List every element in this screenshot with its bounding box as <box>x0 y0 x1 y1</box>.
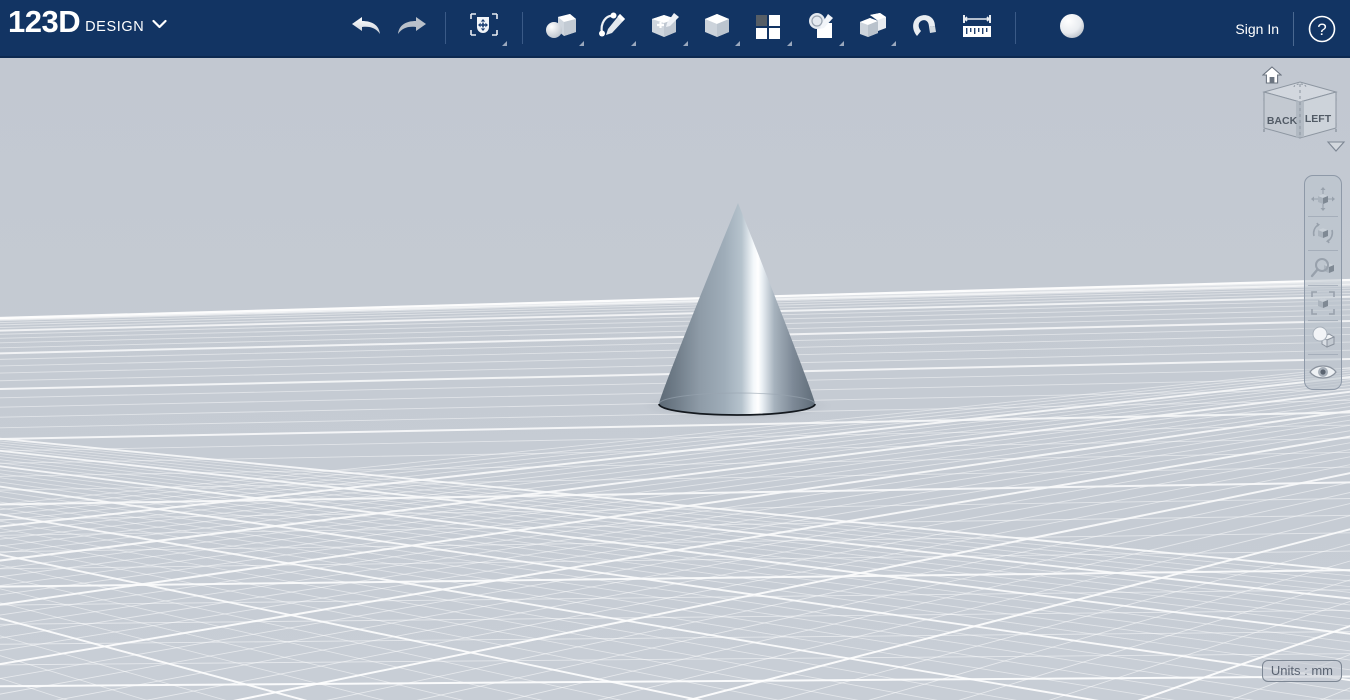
toolbar-item-modify[interactable] <box>691 0 743 52</box>
chevron-down-icon[interactable] <box>683 41 688 46</box>
viewcube-face-back: BACK <box>1267 115 1298 127</box>
3d-viewport[interactable]: BACK LEFT Units: mm <box>0 58 1350 700</box>
nav-button-fit[interactable] <box>1306 286 1340 320</box>
units-badge: Units : mm <box>1261 660 1342 682</box>
redo-button[interactable] <box>389 0 433 52</box>
nav-button-orbit[interactable] <box>1306 217 1340 251</box>
brand-logo[interactable]: 123D DESIGN <box>0 0 175 58</box>
brand-logo-primary: 123D <box>8 4 81 39</box>
help-circle-icon[interactable]: ? <box>1308 15 1336 43</box>
toolbar-item-transform[interactable] <box>458 0 510 52</box>
chevron-down-icon[interactable] <box>787 41 792 46</box>
viewcube-widget[interactable]: BACK LEFT <box>1254 62 1346 158</box>
toolbar-item-measure[interactable] <box>951 0 1003 52</box>
chevron-down-icon[interactable] <box>502 41 507 46</box>
nav-divider <box>1308 354 1338 356</box>
header-divider <box>1293 12 1294 46</box>
nav-divider <box>1308 284 1338 286</box>
nav-divider <box>1308 215 1338 217</box>
cone-object[interactable] <box>0 58 1350 700</box>
toolbar-item-primitives[interactable] <box>535 0 587 52</box>
undo-button[interactable] <box>345 0 389 52</box>
chevron-down-icon[interactable] <box>839 41 844 46</box>
sign-in-button[interactable]: Sign In <box>1221 21 1293 37</box>
toolbar-item-snap[interactable] <box>899 0 951 52</box>
chevron-down-icon[interactable] <box>735 41 740 46</box>
toolbar-item-combine[interactable] <box>847 0 899 52</box>
main-toolbar <box>345 0 1098 58</box>
toolbar-item-material[interactable] <box>1046 0 1098 52</box>
chevron-down-icon[interactable] <box>891 41 896 46</box>
viewcube-face-left: LEFT <box>1305 113 1332 125</box>
app-header: 123D DESIGN Sign In ? <box>0 0 1350 58</box>
svg-text:?: ? <box>1317 20 1326 39</box>
toolbar-separator <box>522 12 523 44</box>
toolbar-item-sketch[interactable] <box>587 0 639 52</box>
header-right-controls: Sign In ? <box>1221 0 1350 58</box>
chevron-down-arrow-icon[interactable] <box>1326 139 1346 158</box>
toolbar-item-construct[interactable] <box>639 0 691 52</box>
toolbar-separator <box>445 12 446 44</box>
nav-divider <box>1308 319 1338 321</box>
chevron-down-icon[interactable] <box>579 41 584 46</box>
toolbar-item-grouping[interactable] <box>795 0 847 52</box>
chevron-down-icon[interactable] <box>152 16 167 29</box>
nav-button-visibility[interactable] <box>1306 355 1340 389</box>
chevron-down-icon[interactable] <box>631 41 636 46</box>
nav-button-view-settings[interactable] <box>1306 321 1340 355</box>
app-window: 123D DESIGN Sign In ? BACK LEFT Units: … <box>0 0 1350 700</box>
toolbar-separator <box>1015 12 1016 44</box>
nav-button-zoom[interactable] <box>1306 251 1340 285</box>
toolbar-item-pattern[interactable] <box>743 0 795 52</box>
nav-button-pan[interactable] <box>1306 182 1340 216</box>
brand-logo-secondary: DESIGN <box>85 19 145 35</box>
navigation-toolbar <box>1304 175 1342 390</box>
nav-divider <box>1308 250 1338 252</box>
